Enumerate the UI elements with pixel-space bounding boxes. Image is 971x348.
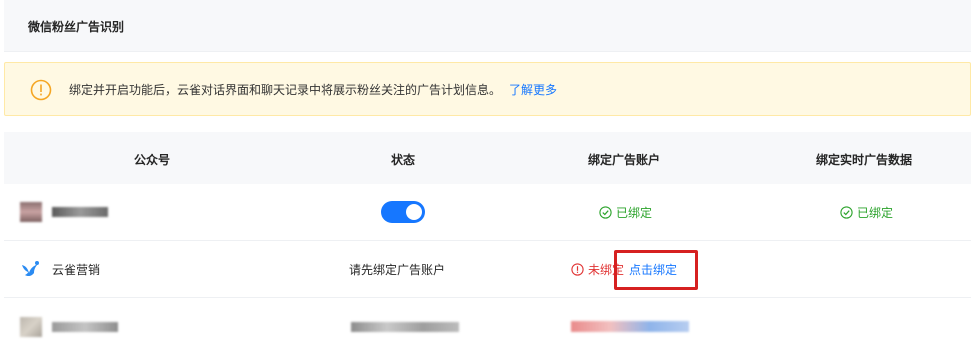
account-name: 云雀营销 <box>52 262 101 277</box>
ad-account-bound-status: 已绑定 <box>599 204 652 221</box>
status-cell <box>351 298 459 348</box>
check-circle-icon <box>599 205 612 219</box>
table-row: 已绑定 已绑定 <box>4 184 971 241</box>
toggle-knob <box>406 204 422 220</box>
account-table: 公众号 状态 绑定广告账户 绑定实时广告数据 已绑定 已绑定 云雀营销 请先绑定… <box>4 132 971 348</box>
table-row <box>4 298 971 348</box>
page-title: 微信粉丝广告识别 <box>28 20 125 34</box>
notice-message: 绑定并开启功能后，云雀对话界面和聊天记录中将展示粉丝关注的广告计划信息。 了解更多 <box>69 81 557 98</box>
learn-more-link[interactable]: 了解更多 <box>509 83 557 97</box>
status-hint-text: 请先绑定广告账户 <box>349 262 446 277</box>
check-circle-icon <box>840 205 853 219</box>
realtime-bound-status: 已绑定 <box>840 204 893 221</box>
warning-icon <box>30 79 52 101</box>
account-name <box>52 321 118 332</box>
header-status: 状态 <box>391 153 416 167</box>
account-name <box>52 207 108 217</box>
ad-account-cell: 已绑定 <box>599 184 652 240</box>
realtime-cell: 已绑定 <box>840 184 893 240</box>
account-cell: 云雀营销 <box>20 241 100 297</box>
page-header: 微信粉丝广告识别 <box>4 0 971 52</box>
header-realtime-data: 绑定实时广告数据 <box>816 153 913 167</box>
error-circle-icon <box>571 262 584 276</box>
account-avatar <box>20 202 42 222</box>
enable-toggle[interactable] <box>381 201 425 223</box>
account-avatar <box>20 316 42 337</box>
ad-account-status <box>571 321 689 332</box>
ad-account-cell <box>571 298 689 348</box>
status-text <box>351 321 459 332</box>
status-cell: 请先绑定广告账户 <box>349 241 445 297</box>
info-notice: 绑定并开启功能后，云雀对话界面和聊天记录中将展示粉丝关注的广告计划信息。 了解更多 <box>4 62 971 116</box>
account-cell <box>20 184 108 240</box>
header-official-account: 公众号 <box>134 153 171 167</box>
bird-logo-icon <box>22 261 39 277</box>
highlight-box <box>614 250 698 290</box>
table-row: 云雀营销 请先绑定广告账户 未绑定 点击绑定 <box>4 241 971 298</box>
status-cell <box>381 184 425 240</box>
realtime-status-text: 已绑定 <box>857 205 894 220</box>
ad-account-status-text: 已绑定 <box>616 205 653 220</box>
account-cell <box>20 298 118 348</box>
notice-text: 绑定并开启功能后，云雀对话界面和聊天记录中将展示粉丝关注的广告计划信息。 <box>69 83 502 97</box>
table-header: 公众号 状态 绑定广告账户 绑定实时广告数据 <box>4 132 971 184</box>
header-ad-account: 绑定广告账户 <box>588 153 661 167</box>
